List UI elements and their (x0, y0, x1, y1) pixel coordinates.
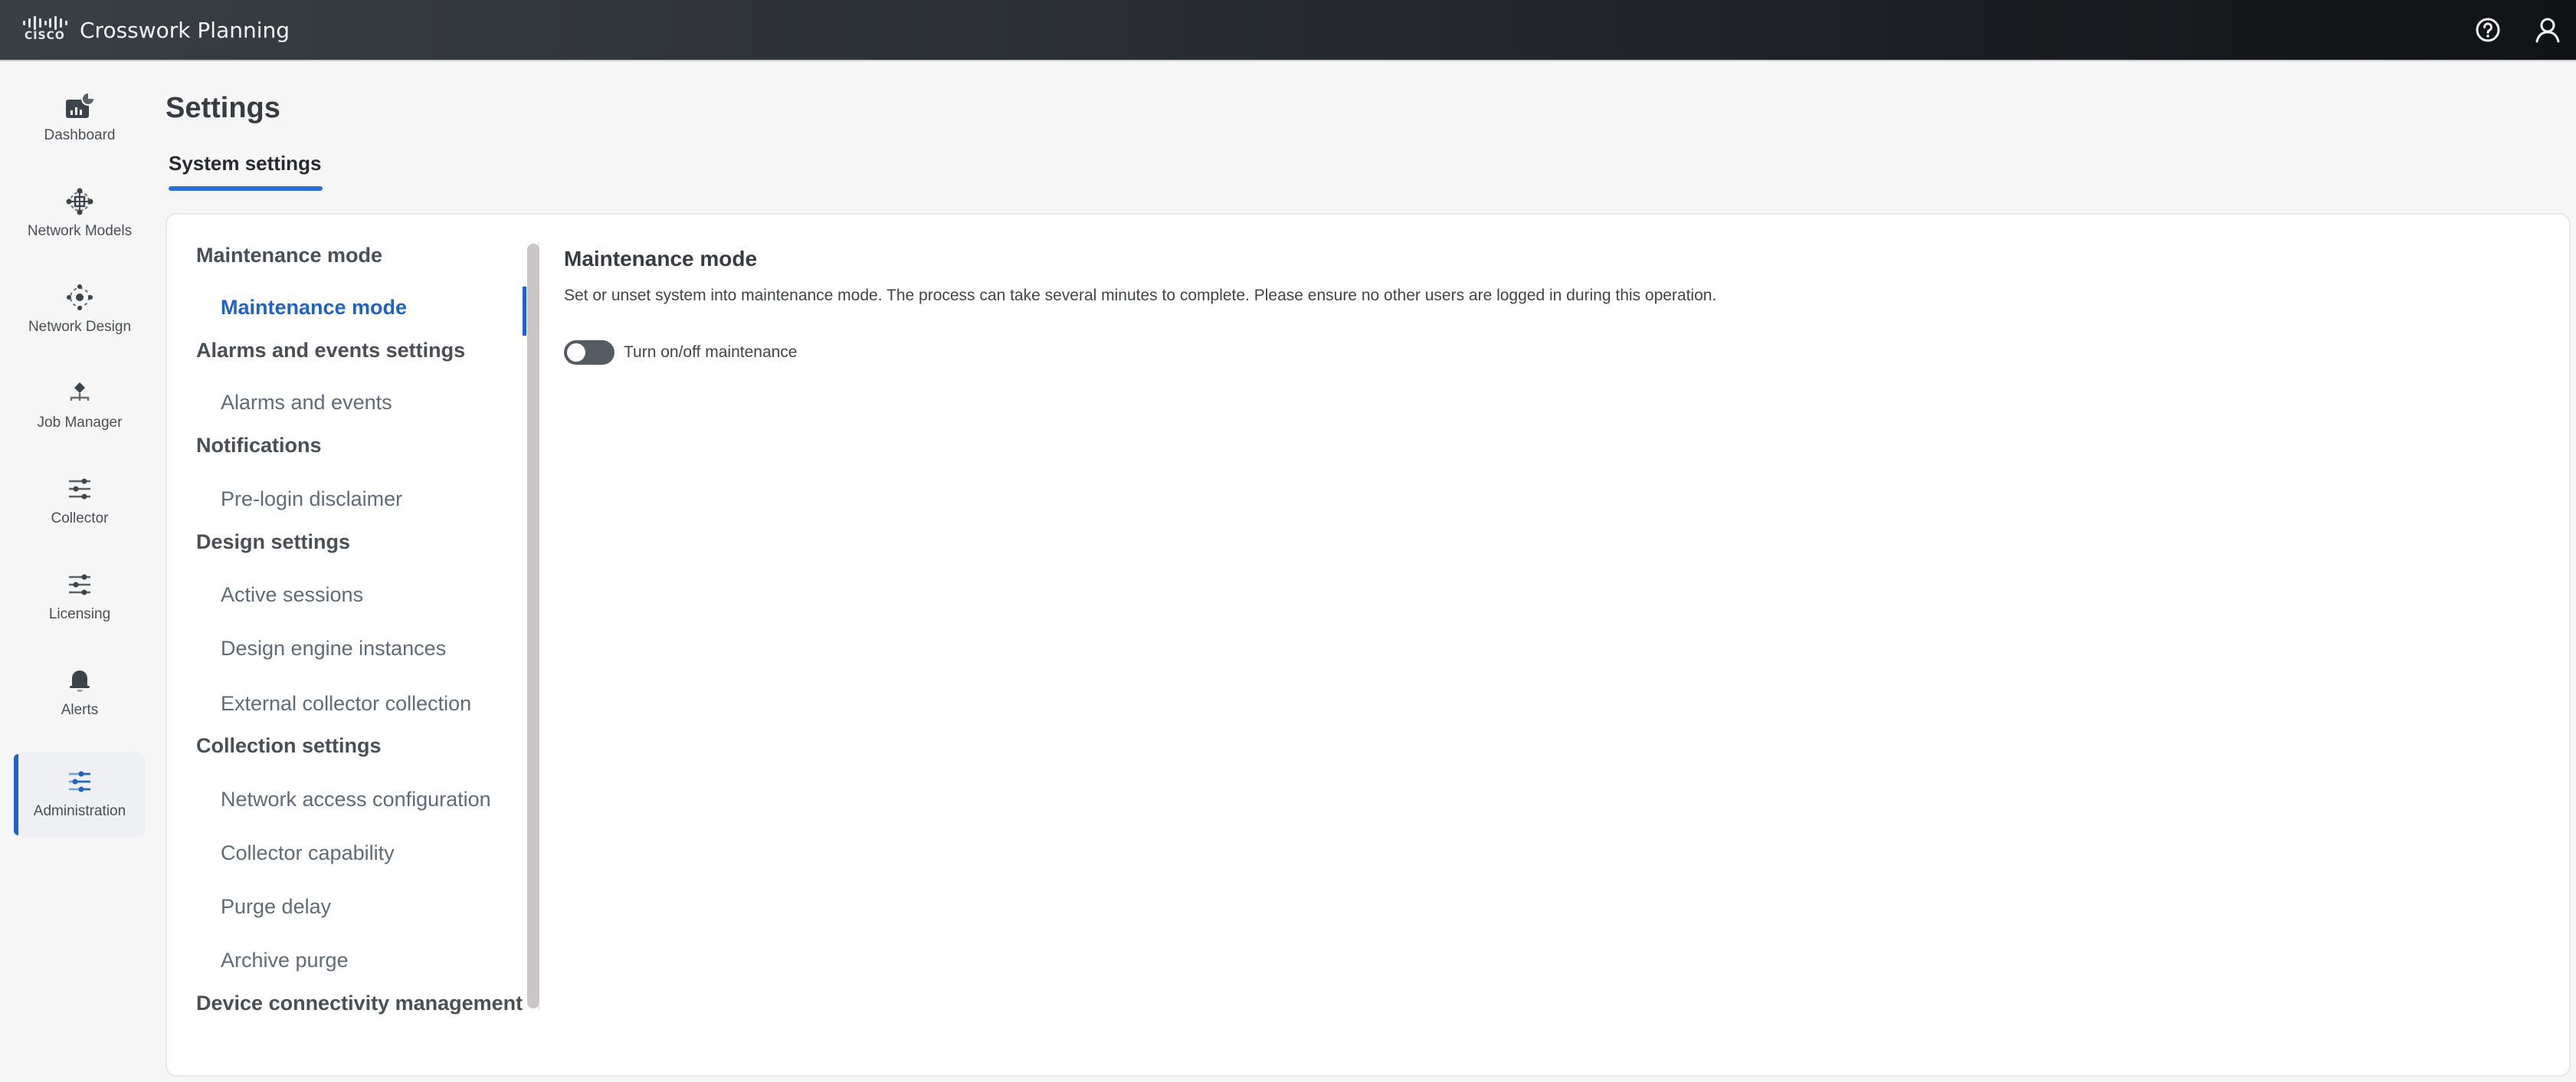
nav-item-label: Alerts (61, 702, 99, 718)
nav-item-archive-purge[interactable]: Archive purge (221, 949, 349, 972)
dashboard-icon (63, 89, 97, 123)
nav-group-maintenance-mode[interactable]: Maintenance mode (196, 244, 382, 267)
nav-group-alarms-events-settings[interactable]: Alarms and events settings (196, 339, 465, 362)
cisco-logo: CISCO (23, 15, 67, 45)
nav-item-label: Dashboard (44, 127, 116, 143)
left-nav-rail: Dashboard Network Models Network Design … (0, 63, 158, 1082)
nav-item-label: Job Manager (37, 415, 123, 431)
nav-item-job-manager[interactable]: Job Manager (14, 364, 146, 448)
nav-item-alarms-and-events[interactable]: Alarms and events (221, 391, 392, 415)
nav-item-alerts[interactable]: Alerts (14, 651, 146, 736)
help-icon[interactable] (2472, 14, 2504, 46)
nav-group-notifications[interactable]: Notifications (196, 434, 322, 457)
nav-item-label: Network Models (27, 223, 133, 239)
section-heading: Maintenance mode (564, 247, 758, 270)
nav-item-maintenance-mode[interactable]: Maintenance mode (221, 296, 407, 320)
active-indicator (523, 287, 526, 336)
nav-item-label: Network Design (28, 319, 132, 335)
job-manager-icon (63, 376, 97, 410)
nav-item-collector-capability[interactable]: Collector capability (221, 841, 395, 865)
page-title: Settings (166, 92, 280, 124)
bell-icon (63, 664, 97, 697)
user-icon[interactable] (2532, 14, 2564, 46)
settings-nav: Maintenance mode Maintenance mode Alarms… (167, 215, 541, 1050)
scrollbar-thumb[interactable] (527, 244, 539, 1008)
nav-item-network-access-configuration[interactable]: Network access configuration (221, 788, 491, 812)
tab-system-settings[interactable]: System settings (169, 152, 323, 191)
nav-item-design-engine-instances[interactable]: Design engine instances (221, 637, 446, 661)
nav-item-network-models[interactable]: Network Models (14, 172, 146, 257)
maintenance-mode-panel: Maintenance mode Set or unset system int… (564, 215, 2569, 1050)
nav-item-pre-login-disclaimer[interactable]: Pre-login disclaimer (221, 487, 402, 511)
nav-group-design-settings[interactable]: Design settings (196, 530, 350, 554)
maintenance-toggle-label: Turn on/off maintenance (624, 343, 798, 361)
sliders-icon (63, 568, 97, 602)
network-design-icon (63, 280, 97, 314)
maintenance-toggle-row: Turn on/off maintenance (564, 340, 797, 365)
toggle-knob (567, 343, 585, 362)
nav-item-network-design[interactable]: Network Design (14, 268, 146, 352)
nav-group-device-connectivity-management[interactable]: Device connectivity management (196, 992, 523, 1015)
nav-item-label: Licensing (48, 606, 111, 622)
nav-item-active-sessions[interactable]: Active sessions (221, 583, 363, 607)
network-models-icon (63, 185, 97, 218)
sliders-icon (63, 765, 97, 798)
settings-card: Maintenance mode Maintenance mode Alarms… (166, 213, 2571, 1077)
cisco-wordmark: CISCO (25, 30, 65, 42)
sliders-icon (63, 472, 97, 506)
brand[interactable]: CISCO Crosswork Planning (23, 0, 290, 60)
nav-item-collector[interactable]: Collector (14, 460, 146, 544)
nav-item-label: Administration (33, 803, 126, 819)
section-description: Set or unset system into maintenance mod… (564, 287, 1717, 304)
top-bar: CISCO Crosswork Planning (0, 0, 2576, 61)
nav-item-dashboard[interactable]: Dashboard (14, 77, 146, 161)
nav-group-collection-settings[interactable]: Collection settings (196, 734, 382, 758)
app-title: Crosswork Planning (80, 17, 290, 43)
nav-item-licensing[interactable]: Licensing (14, 556, 146, 640)
nav-item-external-collector-collection[interactable]: External collector collection (221, 692, 471, 716)
nav-item-label: Collector (51, 510, 109, 526)
maintenance-toggle[interactable] (564, 340, 615, 365)
nav-item-purge-delay[interactable]: Purge delay (221, 895, 331, 919)
nav-item-administration[interactable]: Administration (14, 752, 146, 837)
